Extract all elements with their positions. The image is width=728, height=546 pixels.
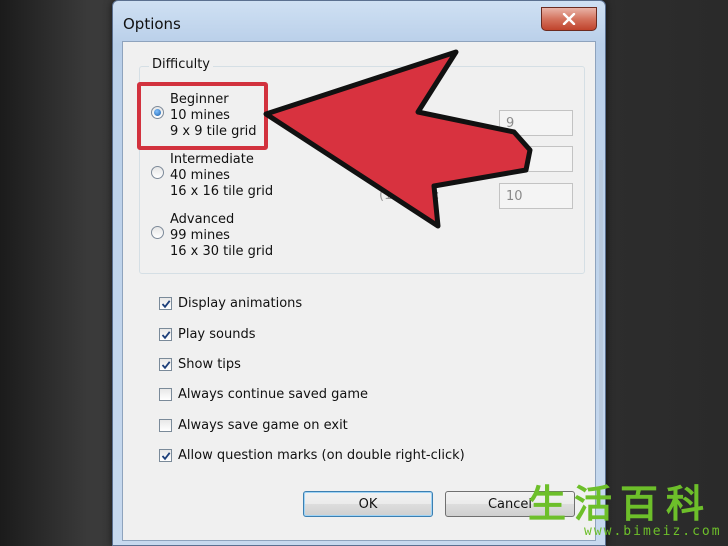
checkmark-icon xyxy=(161,330,170,339)
window-title: Options xyxy=(123,15,181,33)
checkmark-icon xyxy=(161,299,170,308)
radio-advanced-button[interactable] xyxy=(151,226,164,239)
checkbox-always-continue-label: Always continue saved game xyxy=(178,387,369,402)
checkmark-icon xyxy=(161,451,170,460)
custom-mines-label: (10-668): xyxy=(379,188,440,203)
radio-intermediate[interactable]: Intermediate 40 mines 16 x 16 tile grid xyxy=(151,152,273,200)
watermark-url: www.bimeiz.com xyxy=(584,524,722,539)
checkbox-always-save-label: Always save game on exit xyxy=(178,418,348,433)
checkbox-question-marks[interactable]: Allow question marks (on double right-cl… xyxy=(159,448,465,463)
advanced-name: Advanced xyxy=(170,212,235,227)
ok-button[interactable]: OK xyxy=(303,491,433,517)
checkbox-play-sounds-box[interactable] xyxy=(159,328,172,341)
close-icon xyxy=(562,13,576,25)
close-button[interactable] xyxy=(541,7,597,31)
highlight-box xyxy=(137,82,268,150)
checkbox-play-sounds-label: Play sounds xyxy=(178,327,256,342)
radio-intermediate-button[interactable] xyxy=(151,166,164,179)
custom-width-field[interactable] xyxy=(499,146,573,172)
watermark-logo: 生活百科 xyxy=(528,482,713,526)
checkbox-play-sounds[interactable]: Play sounds xyxy=(159,327,255,342)
checkbox-display-animations-box[interactable] xyxy=(159,297,172,310)
title-bar[interactable]: Options xyxy=(113,1,605,43)
checkbox-display-animations[interactable]: Display animations xyxy=(159,296,302,311)
checkbox-always-save-box[interactable] xyxy=(159,419,172,432)
checkbox-always-save[interactable]: Always save game on exit xyxy=(159,418,348,433)
checkbox-question-marks-label: Allow question marks (on double right-cl… xyxy=(178,448,465,463)
intermediate-name: Intermediate xyxy=(170,152,254,167)
checkmark-icon xyxy=(161,360,170,369)
checkbox-show-tips[interactable]: Show tips xyxy=(159,357,241,372)
checkbox-show-tips-label: Show tips xyxy=(178,357,241,372)
checkbox-show-tips-box[interactable] xyxy=(159,358,172,371)
watermark: 生活百科 www.bimeiz.com xyxy=(528,484,724,542)
checkbox-question-marks-box[interactable] xyxy=(159,449,172,462)
radio-intermediate-text: Intermediate 40 mines 16 x 16 tile grid xyxy=(170,152,273,200)
custom-mines-field[interactable]: 10 xyxy=(499,183,573,209)
difficulty-legend: Difficulty xyxy=(149,57,213,72)
screenshot-stage: Options Difficulty Beginner 10 mines 9 x… xyxy=(0,0,728,546)
window-edge-strip xyxy=(599,160,603,450)
advanced-grid: 16 x 30 tile grid xyxy=(170,244,274,259)
intermediate-grid: 16 x 16 tile grid xyxy=(170,184,274,199)
custom-height-field[interactable]: 9 xyxy=(499,110,573,136)
intermediate-mines: 40 mines xyxy=(170,168,230,183)
radio-advanced[interactable]: Advanced 99 mines 16 x 30 tile grid xyxy=(151,212,273,260)
advanced-mines: 99 mines xyxy=(170,228,230,243)
checkbox-display-animations-label: Display animations xyxy=(178,296,303,311)
checkbox-always-continue[interactable]: Always continue saved game xyxy=(159,387,368,402)
radio-advanced-text: Advanced 99 mines 16 x 30 tile grid xyxy=(170,212,273,260)
checkbox-always-continue-box[interactable] xyxy=(159,388,172,401)
